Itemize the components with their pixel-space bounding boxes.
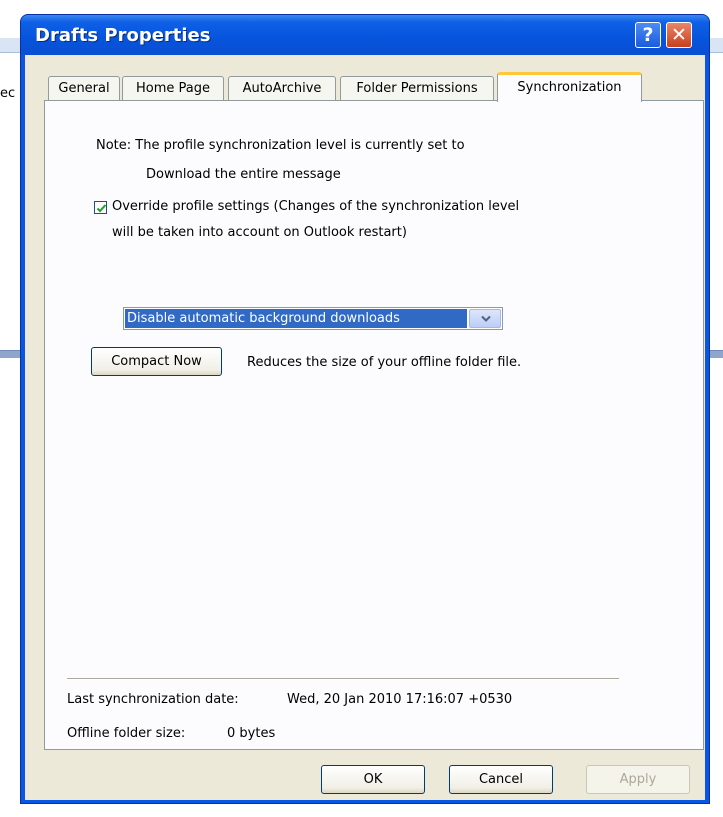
tab-general[interactable]: General (48, 76, 120, 102)
help-button[interactable]: ? (635, 22, 661, 48)
drafts-properties-dialog: Drafts Properties ? ✕ General Home Page … (20, 14, 710, 804)
override-profile-checkbox[interactable] (94, 201, 107, 214)
separator (67, 678, 619, 680)
last-sync-label: Last synchronization date: (67, 692, 239, 707)
window-title: Drafts Properties (35, 25, 211, 46)
dialog-client-area: General Home Page AutoArchive Folder Per… (25, 55, 705, 800)
close-button[interactable]: ✕ (666, 22, 692, 48)
tab-folder-permissions[interactable]: Folder Permissions (340, 76, 494, 102)
compact-description: Reduces the size of your offline folder … (247, 355, 522, 370)
note-line-1: Note: The profile synchronization level … (96, 138, 465, 153)
tab-synchronization[interactable]: Synchronization (497, 72, 642, 102)
sync-level-dropdown[interactable]: Disable automatic background downloads (123, 307, 503, 330)
last-sync-value: Wed, 20 Jan 2010 17:16:07 +0530 (287, 692, 513, 707)
checkmark-icon (96, 204, 107, 213)
dropdown-arrow-button[interactable] (469, 309, 501, 328)
tab-home-page[interactable]: Home Page (122, 76, 224, 102)
override-label-line-1[interactable]: Override profile settings (Changes of th… (112, 199, 519, 214)
ok-button[interactable]: OK (321, 765, 425, 794)
apply-button[interactable]: Apply (586, 765, 690, 794)
chevron-down-icon (481, 315, 491, 322)
tab-autoarchive[interactable]: AutoArchive (228, 76, 336, 102)
cancel-button[interactable]: Cancel (449, 765, 553, 794)
dropdown-selected-value: Disable automatic background downloads (125, 309, 467, 328)
offline-size-value: 0 bytes (227, 726, 276, 741)
override-label-line-2: will be taken into account on Outlook re… (112, 225, 407, 240)
offline-size-label: Offline folder size: (67, 726, 186, 741)
compact-now-button[interactable]: Compact Now (91, 347, 222, 376)
title-bar[interactable]: Drafts Properties ? ✕ (21, 15, 709, 55)
close-icon: ✕ (671, 24, 687, 46)
help-icon: ? (642, 24, 654, 46)
synchronization-panel (44, 100, 704, 750)
note-line-2: Download the entire message (146, 167, 341, 182)
